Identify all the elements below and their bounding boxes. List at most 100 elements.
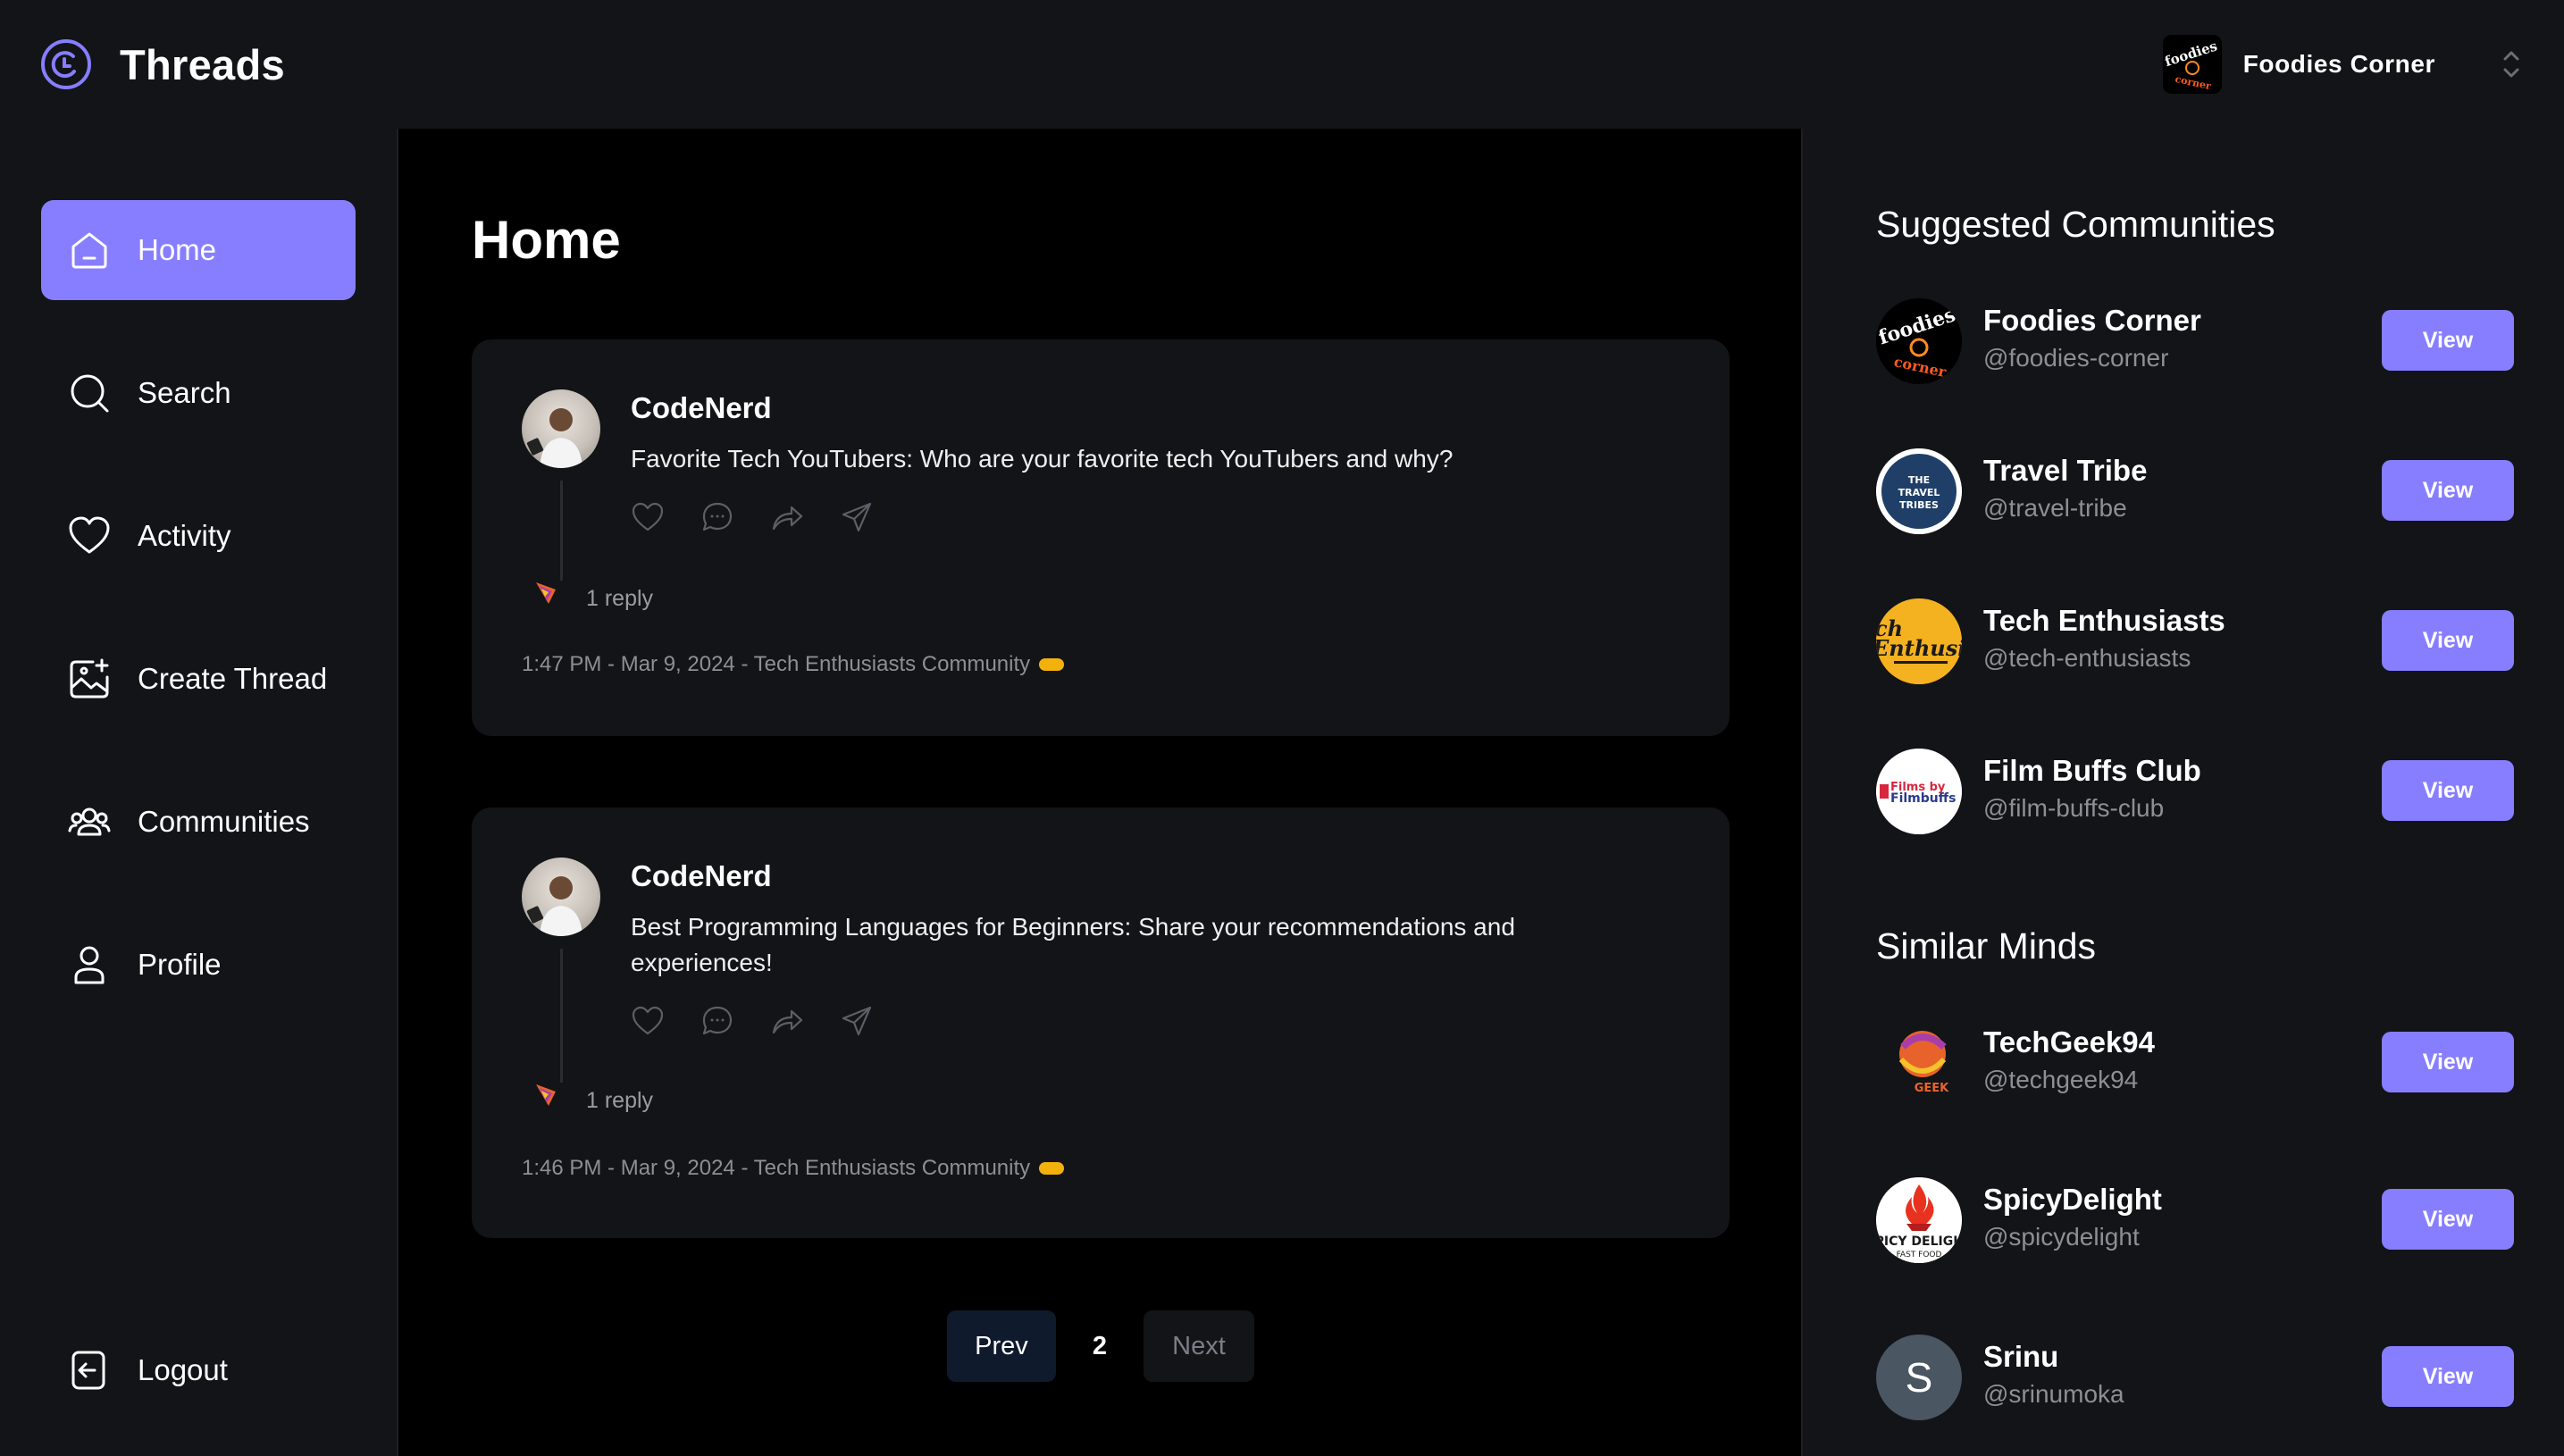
thread-author[interactable]: CodeNerd	[631, 391, 772, 425]
sidebar-item-profile[interactable]: Profile	[41, 915, 356, 1015]
sidebar-item-label: Activity	[138, 519, 231, 552]
thread-card[interactable]: CodeNerd Best Programming Languages for …	[472, 807, 1730, 1238]
view-community-button[interactable]: View	[2382, 310, 2514, 371]
user-row-srinu: S Srinu @srinumoka View	[1876, 1335, 2514, 1420]
share-icon[interactable]	[840, 1004, 874, 1038]
heart-icon[interactable]	[631, 500, 665, 534]
community-badge-icon[interactable]	[1039, 658, 1065, 671]
user-icon	[74, 946, 105, 984]
sidebar-item-label: Communities	[138, 805, 310, 838]
comment-icon[interactable]	[700, 1004, 734, 1038]
repost-icon[interactable]	[770, 500, 804, 534]
view-user-button[interactable]: View	[2382, 1032, 2514, 1092]
svg-text:TRAVEL: TRAVEL	[1898, 487, 1940, 498]
svg-text:TRIBES: TRIBES	[1899, 499, 1939, 511]
account-switcher[interactable]: foodies corner Foodies Corner	[2162, 35, 2525, 94]
foodies-logo-icon: foodies corner	[2162, 35, 2222, 94]
logout-icon	[71, 1351, 105, 1390]
community-row-travel-tribe: THE TRAVEL TRIBES Travel Tribe @travel-t…	[1876, 448, 2514, 534]
sidebar-item-label: Create Thread	[138, 662, 328, 695]
sidebar-item-home[interactable]: Home	[41, 200, 356, 300]
thread-actions	[631, 500, 874, 534]
user-avatar[interactable]: SPICY DELIGHT FAST FOOD	[1876, 1177, 1962, 1263]
user-name: TechGeek94	[1983, 1025, 2156, 1059]
community-name: Tech Enthusiasts	[1983, 604, 2225, 637]
community-avatar[interactable]: THE TRAVEL TRIBES	[1876, 448, 1962, 534]
user-row-techgeek94: GEEK TechGeek94 @techgeek94 View	[1876, 1020, 2514, 1106]
user-handle: @spicydelight	[1983, 1223, 2140, 1251]
thread-line	[560, 481, 563, 581]
home-icon	[71, 232, 107, 269]
community-avatar[interactable]: ch Enthusia	[1876, 598, 1962, 684]
community-badge-icon[interactable]	[1039, 1162, 1065, 1175]
sidebar-item-search[interactable]: Search	[41, 343, 356, 443]
thread-actions	[631, 1004, 874, 1038]
repost-icon[interactable]	[770, 1004, 804, 1038]
svg-text:Enthusia: Enthusia	[1876, 635, 1962, 661]
next-page-button[interactable]: Next	[1144, 1310, 1254, 1382]
thread-author[interactable]: CodeNerd	[631, 859, 772, 893]
similar-minds-title: Similar Minds	[1876, 925, 2097, 966]
brand[interactable]: Threads	[39, 38, 285, 91]
sidebar-item-communities[interactable]: Communities	[41, 772, 356, 872]
logout-label: Logout	[138, 1353, 228, 1386]
view-community-button[interactable]: View	[2382, 610, 2514, 671]
heart-icon[interactable]	[631, 1004, 665, 1038]
author-avatar[interactable]	[522, 389, 600, 468]
community-handle: @foodies-corner	[1983, 344, 2169, 372]
community-row-film-buffs-club: Films by Filmbuffs Film Buffs Club @film…	[1876, 749, 2514, 834]
threads-logo-icon	[41, 39, 91, 89]
user-row-spicydelight: SPICY DELIGHT FAST FOOD SpicyDelight @sp…	[1876, 1177, 2514, 1263]
page-title: Home	[472, 210, 621, 270]
sidebar-item-label: Search	[138, 376, 231, 409]
svg-text:FAST FOOD: FAST FOOD	[1897, 1251, 1942, 1259]
svg-text:Filmbuffs: Filmbuffs	[1890, 791, 1956, 806]
thread-text: Best Programming Languages for Beginners…	[631, 913, 1515, 976]
sidebar-item-create-thread[interactable]: Create Thread	[41, 629, 356, 729]
prev-page-button[interactable]: Prev	[947, 1310, 1056, 1382]
view-community-button[interactable]: View	[2382, 460, 2514, 521]
svg-text:THE: THE	[1908, 474, 1930, 486]
community-avatar[interactable]: foodies corner	[1876, 298, 1962, 384]
right-sidebar: Suggested Communities foodies corner Foo…	[1801, 129, 2564, 1456]
thread-meta-text: 1:46 PM - Mar 9, 2024 - Tech Enthusiasts…	[522, 1156, 1031, 1180]
thread-meta: 1:47 PM - Mar 9, 2024 - Tech Enthusiasts…	[522, 652, 1065, 677]
suggested-communities-title: Suggested Communities	[1876, 204, 2275, 245]
chevron-up-down-icon[interactable]	[2498, 45, 2525, 84]
image-plus-icon	[70, 658, 109, 699]
sidebar-item-activity[interactable]: Activity	[41, 486, 356, 586]
user-avatar[interactable]: GEEK	[1876, 1020, 1962, 1106]
sidebar-item-label: Home	[138, 233, 217, 266]
community-row-foodies-corner: foodies corner Foodies Corner @foodies-c…	[1876, 298, 2514, 384]
community-handle: @travel-tribe	[1983, 494, 2127, 522]
reply-count[interactable]: 1 reply	[586, 1088, 653, 1114]
community-name: Film Buffs Club	[1983, 754, 2201, 787]
user-name: Srinu	[1983, 1340, 2059, 1373]
view-user-button[interactable]: View	[2382, 1346, 2514, 1407]
user-avatar[interactable]: S	[1876, 1335, 1962, 1420]
logout-button[interactable]: Logout	[41, 1320, 356, 1420]
reply-avatar	[529, 1079, 559, 1109]
author-avatar[interactable]	[522, 858, 600, 936]
user-name: SpicyDelight	[1983, 1183, 2162, 1216]
view-user-button[interactable]: View	[2382, 1189, 2514, 1250]
community-name: Foodies Corner	[1983, 304, 2201, 337]
reply-count[interactable]: 1 reply	[586, 586, 653, 612]
account-name: Foodies Corner	[2242, 50, 2435, 78]
comment-icon[interactable]	[700, 500, 734, 534]
view-community-button[interactable]: View	[2382, 760, 2514, 821]
thread-card[interactable]: CodeNerd Favorite Tech YouTubers: Who ar…	[472, 339, 1730, 736]
community-name: Travel Tribe	[1983, 454, 2148, 487]
thread-meta-text: 1:47 PM - Mar 9, 2024 - Tech Enthusiasts…	[522, 652, 1031, 676]
account-avatar[interactable]: foodies corner	[2162, 35, 2222, 94]
reply-avatar	[529, 577, 559, 607]
thread-line	[560, 949, 563, 1083]
community-avatar[interactable]: Films by Filmbuffs	[1876, 749, 1962, 834]
sidebar-item-label: Profile	[138, 948, 222, 981]
main-content: Home CodeNerd Favorite Tech YouTubers: W…	[398, 129, 1801, 1456]
current-page-number: 2	[1092, 1331, 1108, 1360]
user-handle: @techgeek94	[1983, 1066, 2139, 1093]
share-icon[interactable]	[840, 500, 874, 534]
svg-text:SPICY DELIGHT: SPICY DELIGHT	[1876, 1234, 1962, 1249]
thread-text: Favorite Tech YouTubers: Who are your fa…	[631, 445, 1454, 473]
